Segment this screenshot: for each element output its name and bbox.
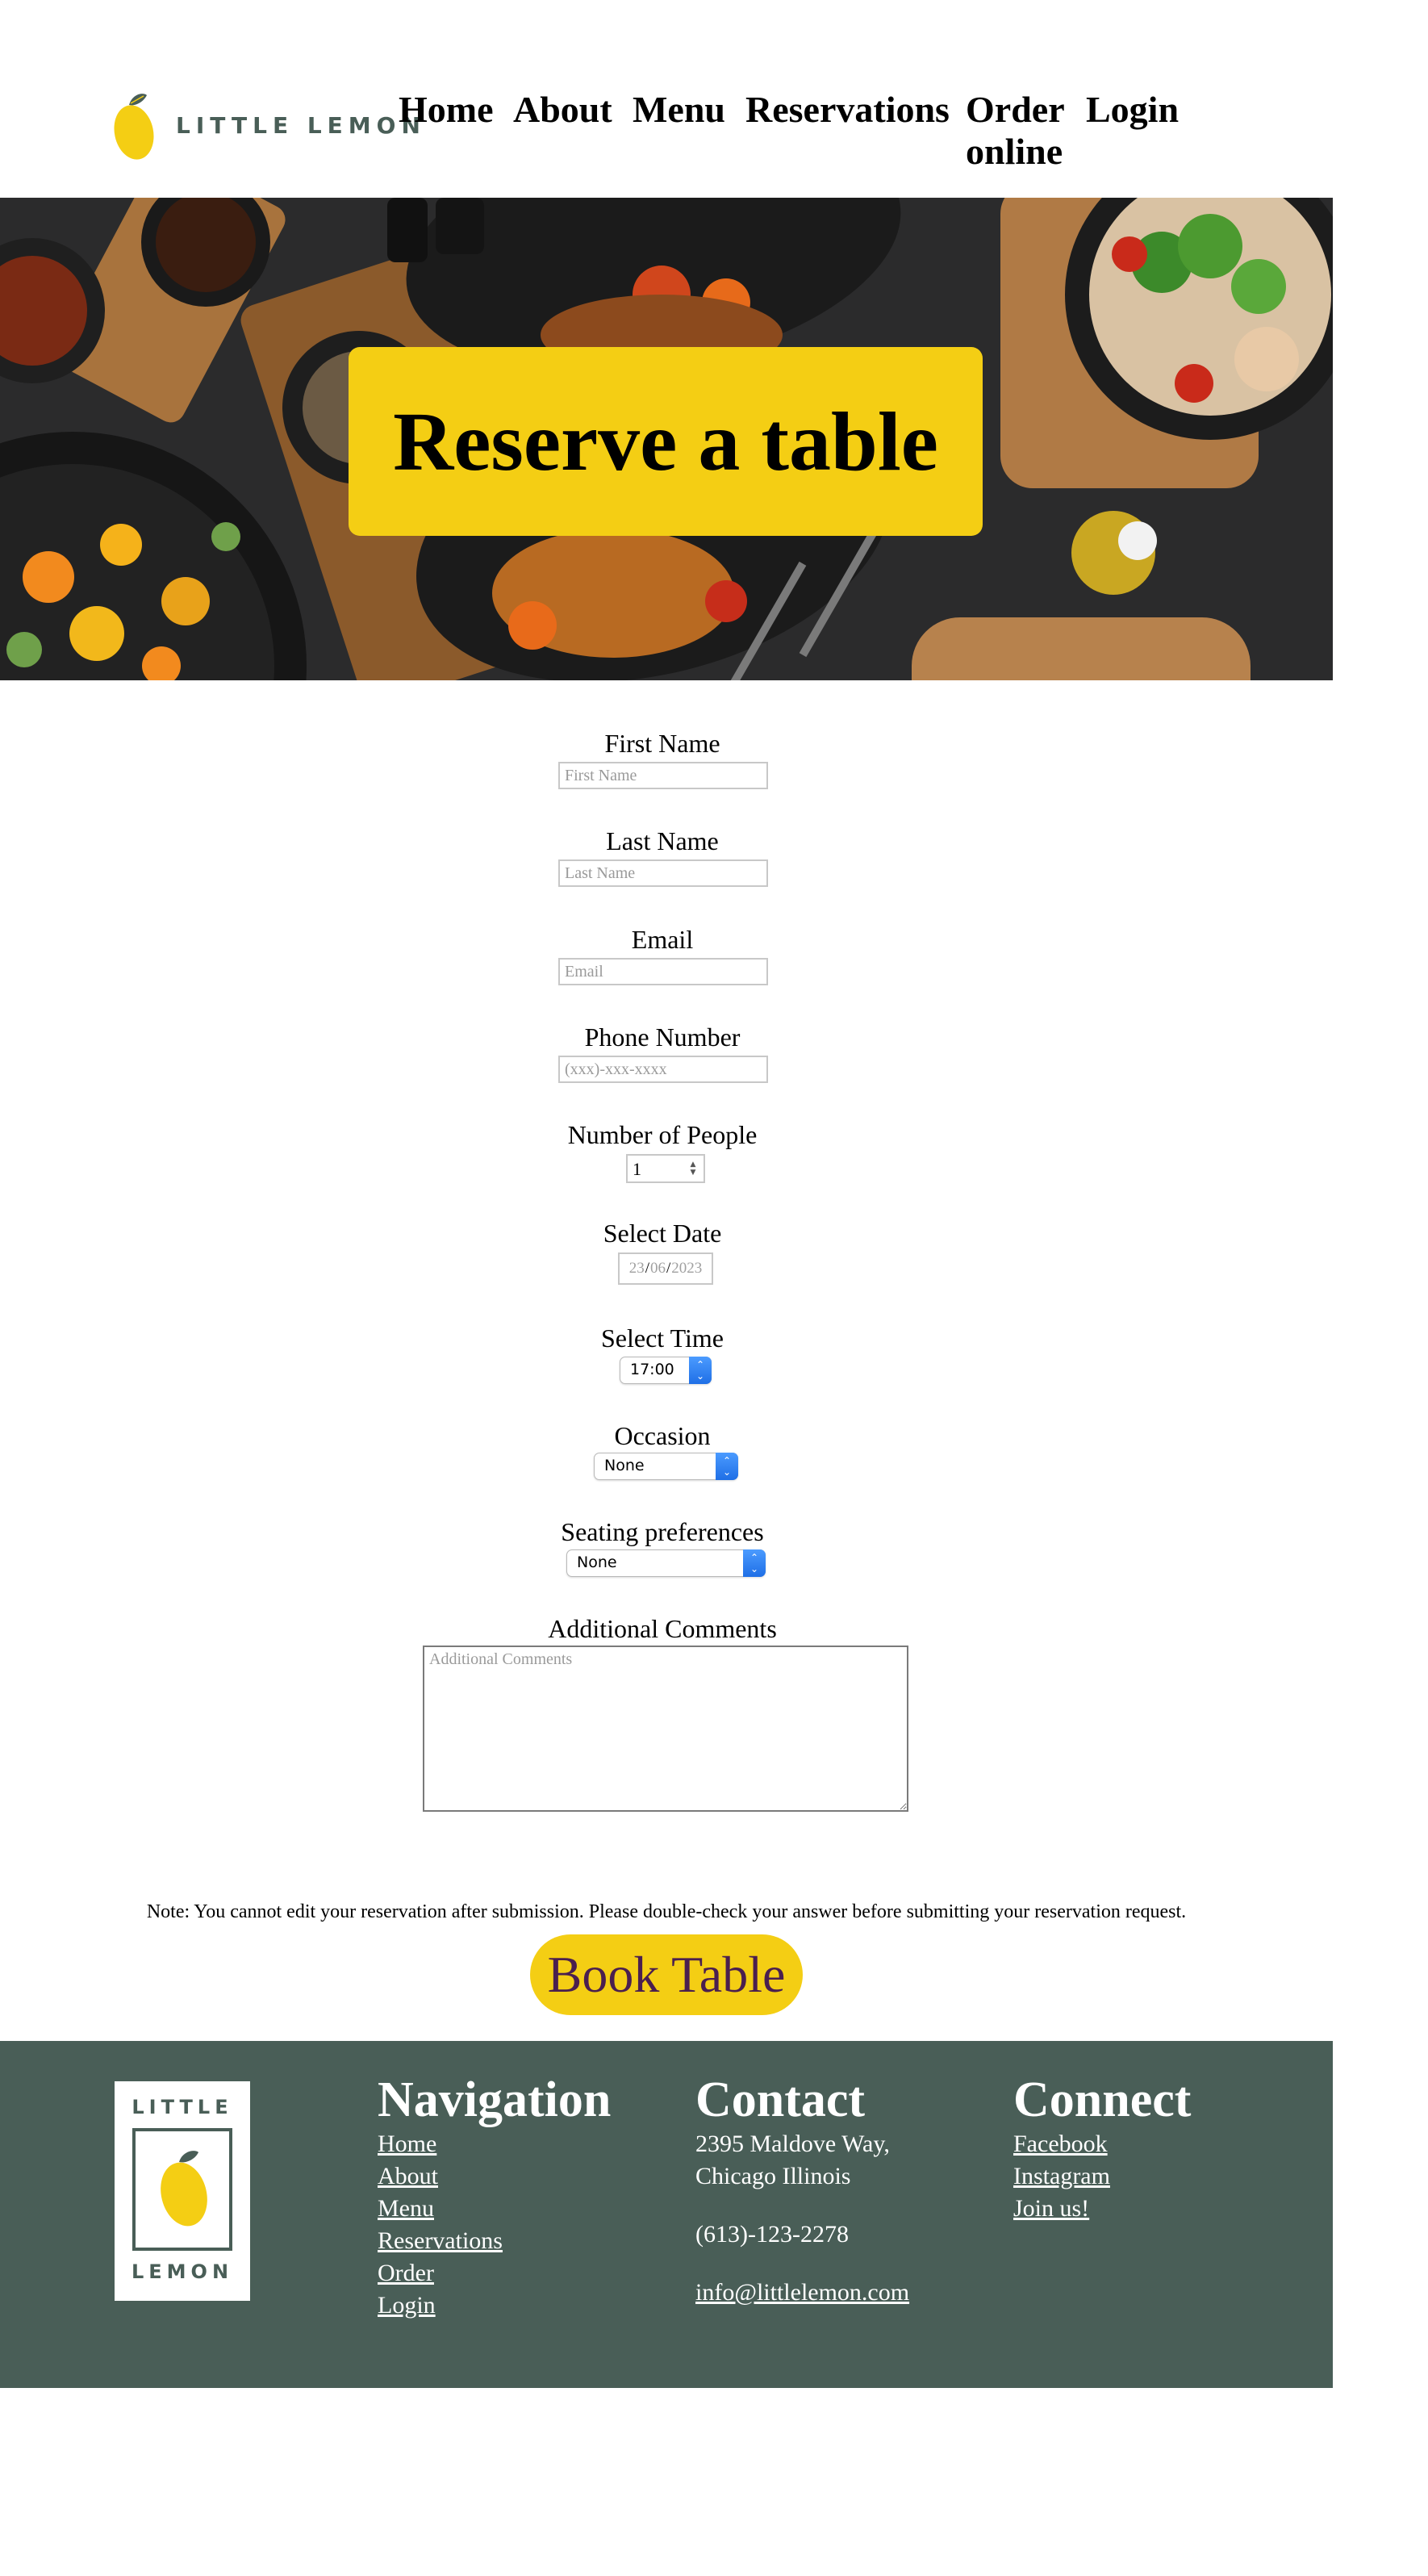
footer-link-reservations[interactable]: Reservations: [378, 2225, 611, 2257]
footer-address-line2: Chicago Illinois: [695, 2163, 851, 2189]
people-number-input[interactable]: 1 ▲ ▼: [626, 1154, 705, 1183]
first-name-label: First Name: [604, 729, 720, 758]
email-input[interactable]: [558, 958, 768, 985]
site-footer: LITTLE LEMON Navigation Home About Menu …: [0, 2041, 1333, 2388]
comments-textarea[interactable]: [423, 1646, 908, 1812]
select-chevron-icon: ⌃ ⌄: [716, 1453, 738, 1480]
lemon-icon: [111, 89, 160, 163]
phone-label: Phone Number: [584, 1022, 741, 1052]
last-name-label: Last Name: [606, 826, 719, 855]
time-label: Select Time: [600, 1324, 724, 1353]
footer-contact: Contact 2395 Maldove Way, Chicago Illino…: [695, 2072, 909, 2309]
nav-order-online[interactable]: Order online: [966, 89, 1087, 173]
date-label: Select Date: [603, 1219, 722, 1248]
seating-label: Seating preferences: [561, 1517, 764, 1546]
brand-logo-text: LITTLE LEMON: [176, 112, 426, 139]
footer-phone: (613)-123-2278: [695, 2221, 849, 2248]
footer-logo[interactable]: LITTLE LEMON: [115, 2081, 250, 2301]
date-month[interactable]: 06: [650, 1260, 666, 1278]
brand-logo[interactable]: LITTLE LEMON: [111, 87, 420, 164]
nav-home[interactable]: Home: [399, 89, 494, 131]
time-select[interactable]: 17:00 ⌃ ⌄: [620, 1357, 712, 1384]
footer-navigation: Navigation Home About Menu Reservations …: [378, 2072, 611, 2322]
footer-link-about[interactable]: About: [378, 2160, 611, 2193]
book-table-button[interactable]: Book Table: [530, 1934, 803, 2015]
nav-login[interactable]: Login: [1086, 89, 1179, 131]
select-chevron-icon: ⌃ ⌄: [743, 1549, 766, 1577]
email-label: Email: [631, 925, 694, 954]
footer-link-menu[interactable]: Menu: [378, 2193, 611, 2225]
site-header: LITTLE LEMON Home About Menu Reservation…: [0, 0, 1333, 198]
footer-navigation-heading: Navigation: [378, 2072, 612, 2127]
comments-label: Additional Comments: [548, 1614, 777, 1643]
nav-about[interactable]: About: [513, 89, 612, 131]
footer-link-instagram[interactable]: Instagram: [1013, 2160, 1191, 2193]
people-label: Number of People: [567, 1120, 758, 1149]
hero-banner: Reserve a table: [0, 198, 1333, 680]
footer-connect: Connect Facebook Instagram Join us!: [1013, 2072, 1191, 2225]
footer-contact-heading: Contact: [695, 2072, 866, 2127]
last-name-input[interactable]: [558, 859, 768, 887]
people-value: 1: [633, 1159, 641, 1179]
occasion-select[interactable]: None ⌃ ⌄: [594, 1453, 738, 1480]
submission-note: Note: You cannot edit your reservation a…: [146, 1901, 1187, 1922]
footer-email-link[interactable]: info@littlelemon.com: [695, 2277, 909, 2309]
nav-menu[interactable]: Menu: [633, 89, 725, 131]
phone-input[interactable]: [558, 1056, 768, 1083]
date-year[interactable]: 2023: [671, 1260, 702, 1278]
footer-connect-heading: Connect: [1013, 2072, 1192, 2127]
date-input[interactable]: 23/06/2023: [618, 1252, 713, 1285]
footer-link-join-us[interactable]: Join us!: [1013, 2193, 1191, 2225]
footer-logo-text-bottom: LEMON: [131, 2260, 234, 2283]
nav-reservations[interactable]: Reservations: [745, 89, 950, 131]
date-day[interactable]: 23: [629, 1260, 645, 1278]
stepper-arrows-icon[interactable]: ▲ ▼: [687, 1160, 699, 1177]
footer-link-order[interactable]: Order: [378, 2257, 611, 2290]
footer-link-home[interactable]: Home: [378, 2128, 611, 2160]
footer-link-login[interactable]: Login: [378, 2290, 611, 2322]
page-title: Reserve a table: [393, 395, 938, 488]
select-chevron-icon: ⌃ ⌄: [689, 1357, 712, 1384]
occasion-label: Occasion: [614, 1421, 711, 1450]
hero-title-card: Reserve a table: [349, 347, 983, 536]
first-name-input[interactable]: [558, 762, 768, 789]
seating-select[interactable]: None ⌃ ⌄: [566, 1549, 766, 1577]
footer-link-facebook[interactable]: Facebook: [1013, 2128, 1191, 2160]
footer-address-line1: 2395 Maldove Way,: [695, 2131, 890, 2157]
